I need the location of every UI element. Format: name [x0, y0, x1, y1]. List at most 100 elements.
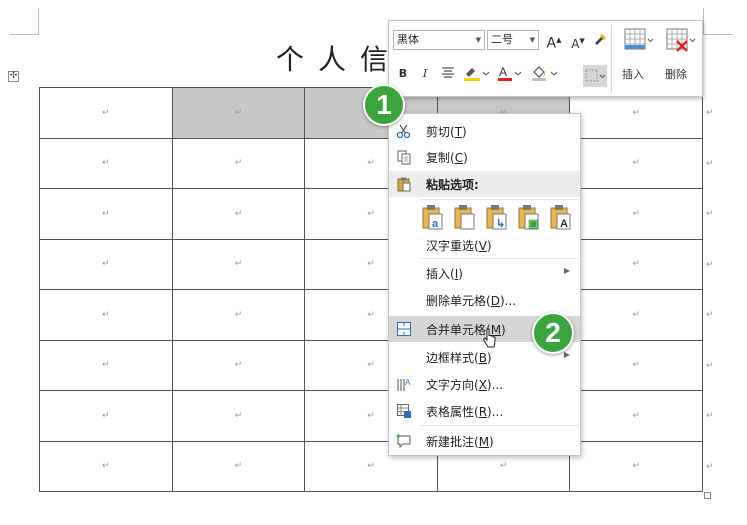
- font-color-icon: A: [498, 65, 522, 81]
- context-menu: 剪切(T) 复制(C) 粘贴选项: 汉字重选(V) 插入(I) ▶ 删除单元格(D)... 合…: [388, 113, 581, 456]
- page-margin-mark: [38, 8, 39, 35]
- table-cell[interactable]: ↵: [39, 188, 173, 240]
- table-cell[interactable]: ↵: [171, 390, 306, 442]
- font-color-button[interactable]: A: [495, 64, 525, 87]
- context-menu-item[interactable]: 删除单元格(D)...: [389, 287, 580, 313]
- context-menu-label: 复制(C): [426, 151, 468, 165]
- scissors-icon: [395, 123, 413, 139]
- delete-table-button[interactable]: [659, 25, 699, 63]
- table-cell[interactable]: ↵: [569, 440, 703, 492]
- mini-toolbar: 黑体 ▼ 二号 ▼ A▲ A▼ B I A 插入 删除: [388, 20, 703, 97]
- step-badge-1: 1: [363, 84, 405, 126]
- row-end-mark: ↵: [706, 411, 714, 421]
- table-move-handle-icon[interactable]: ✣: [8, 71, 19, 82]
- context-menu-item[interactable]: 复制(C): [389, 144, 580, 170]
- table-row: ↵↵↵↵↵: [39, 289, 703, 341]
- table-cell[interactable]: ↵: [39, 137, 173, 189]
- context-menu-item[interactable]: 插入(I) ▶: [389, 260, 580, 286]
- new-comment-icon: [395, 433, 413, 449]
- insert-table-button[interactable]: [617, 25, 657, 63]
- svg-text:A: A: [560, 218, 568, 230]
- align-button[interactable]: [439, 65, 457, 83]
- svg-text:▣: ▣: [528, 218, 538, 230]
- row-end-mark: ↵: [706, 158, 714, 169]
- grow-font-button[interactable]: A▲: [545, 31, 563, 53]
- table-cell[interactable]: ↵: [171, 440, 306, 492]
- row-end-mark: ↵: [706, 108, 714, 118]
- table-cell[interactable]: ↵: [171, 289, 306, 341]
- context-menu-item[interactable]: 剪切(T): [389, 118, 580, 144]
- paste-text-only-icon[interactable]: A: [549, 203, 573, 231]
- italic-button[interactable]: I: [417, 65, 433, 83]
- table-cell[interactable]: ↵: [39, 390, 173, 442]
- table-cell[interactable]: ↵: [39, 87, 173, 139]
- context-menu-label: 插入(I): [426, 267, 463, 281]
- shrink-font-button[interactable]: A▼: [569, 32, 587, 53]
- paste-nested-table-icon[interactable]: ↳: [485, 203, 509, 231]
- delete-label: 删除: [665, 68, 687, 81]
- insert-table-icon: [624, 28, 654, 50]
- context-menu-label: 删除单元格(D)...: [426, 294, 517, 308]
- row-end-mark: ↵: [706, 360, 714, 371]
- borders-button[interactable]: [583, 65, 607, 87]
- page-margin-mark: [703, 8, 704, 35]
- table-cell[interactable]: ↵: [171, 188, 306, 240]
- table-cell[interactable]: ↵: [569, 188, 703, 240]
- row-end-mark: ↵: [706, 461, 714, 472]
- page-margin-mark: [10, 34, 39, 35]
- svg-text:A: A: [499, 65, 507, 79]
- table-cell[interactable]: ↵: [569, 289, 703, 341]
- chevron-down-icon: ▼: [475, 36, 481, 44]
- font-name-select[interactable]: 黑体 ▼: [393, 30, 485, 50]
- toolbar-divider: [611, 25, 612, 93]
- table-cell[interactable]: ↵: [171, 87, 306, 139]
- paste-icon: [395, 176, 413, 192]
- context-menu-label: 边框样式(B): [426, 351, 492, 365]
- paste-picture-icon[interactable]: ▣: [517, 203, 541, 231]
- svg-text:a: a: [432, 218, 439, 230]
- menu-divider: [421, 258, 578, 259]
- text-direction-icon: A: [395, 376, 413, 392]
- table-row: ↵↵↵↵↵: [39, 137, 703, 189]
- paste-keep-source-icon[interactable]: a: [421, 203, 445, 231]
- table-cell[interactable]: ↵: [39, 238, 173, 290]
- context-menu-item[interactable]: 新建批注(M): [389, 428, 580, 454]
- table-cell[interactable]: ↵: [171, 339, 306, 391]
- context-menu-label: 粘贴选项:: [426, 178, 479, 192]
- font-size-select[interactable]: 二号 ▼: [487, 30, 539, 50]
- table-cell[interactable]: ↵: [39, 440, 173, 492]
- table-cell[interactable]: ↵: [569, 238, 703, 290]
- table-cell[interactable]: ↵: [39, 339, 173, 391]
- paste-merge-format-icon[interactable]: [453, 203, 477, 231]
- align-center-icon: [442, 67, 454, 78]
- table-cell[interactable]: ↵: [569, 137, 703, 189]
- table-cell[interactable]: ↵: [171, 137, 306, 189]
- table-resize-handle[interactable]: [704, 492, 711, 499]
- submenu-arrow-icon: ▶: [563, 266, 570, 275]
- document-table: ↵↵↵↵↵↵↵↵↵↵↵↵↵↵↵↵↵↵↵↵↵↵↵↵↵↵↵↵↵↵↵↵↵↵↵↵↵↵↵↵: [39, 87, 703, 492]
- page-margin-mark: [703, 34, 733, 35]
- step-badge-2: 2: [532, 312, 574, 354]
- row-end-mark: ↵: [706, 259, 714, 270]
- format-painter-button[interactable]: [591, 31, 609, 52]
- menu-divider: [421, 199, 578, 200]
- table-cell[interactable]: ↵: [171, 238, 306, 290]
- font-name-value: 黑体: [397, 33, 419, 46]
- italic-icon: I: [422, 67, 428, 80]
- context-menu-label: 表格属性(R)...: [426, 405, 504, 419]
- table-row: ↵↵↵↵↵: [39, 440, 703, 492]
- chevron-down-icon: ▼: [529, 36, 535, 44]
- context-menu-item[interactable]: 汉字重选(V): [389, 232, 580, 258]
- bold-button[interactable]: B: [395, 65, 411, 83]
- shading-button[interactable]: [529, 64, 561, 87]
- text-highlight-button[interactable]: [461, 64, 491, 87]
- table-row: ↵↵↵↵↵: [39, 390, 703, 442]
- table-cell[interactable]: ↵: [569, 390, 703, 442]
- table-cell[interactable]: ↵: [569, 339, 703, 391]
- merge-cells-icon: [395, 321, 413, 337]
- bold-icon: B: [398, 67, 408, 80]
- menu-divider: [421, 425, 578, 426]
- context-menu-item[interactable]: A 文字方向(X)...: [389, 371, 580, 397]
- context-menu-item[interactable]: 表格属性(R)...: [389, 398, 580, 424]
- table-cell[interactable]: ↵: [39, 289, 173, 341]
